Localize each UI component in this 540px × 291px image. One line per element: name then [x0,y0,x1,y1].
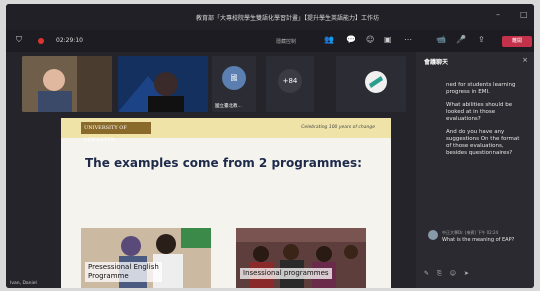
app-logo-icon [365,71,387,93]
share-icon[interactable]: ⇪ [478,35,485,44]
reactions-icon[interactable]: ☺ [366,35,374,44]
speaker-video [22,56,112,112]
shield-icon[interactable]: ⛉ [16,35,22,45]
participant-name: 國立臺北教... [215,104,242,109]
more-participants-tile[interactable]: +84 [266,56,314,112]
photo-label: Presessional English Programme [85,262,162,282]
hide-controls-label[interactable]: 隱藏控制 [276,38,296,45]
more-icon[interactable]: ⋯ [404,35,412,44]
leave-button[interactable]: 離開 [502,36,532,47]
chat-message-text: What is the meaning of EAP? [442,237,515,243]
close-icon[interactable]: × [522,56,528,64]
photo-label-line1: Presessional English [88,263,159,271]
recording-icon [38,38,44,44]
chat-panel: 會議聊天 × ned for students learning progres… [416,52,534,288]
video-tile[interactable] [118,56,208,112]
video-tile[interactable] [22,56,112,112]
lecture-hall-photo [236,228,366,288]
photo-insessional: Insessional programmes [236,228,366,288]
title-bar: 教育部「大專校院學生雙語化學習計畫」【提升學生英語能力】工作坊 – □ [6,4,534,30]
meeting-toolbar: ⛉ 02:29:10 隱藏控制 👥 💬 ☺ ▣ ⋯ 📹 🎤 ⇪ 離開 [6,30,534,52]
photo-label: Insessional programmes [240,268,332,279]
shared-slide: UNIVERSITY OF LEICESTER Celebrating 100 … [61,118,391,288]
meeting-timer: 02:29:10 [56,37,83,44]
minimize-icon[interactable]: – [496,10,500,19]
attach-icon[interactable]: ⎘ [437,270,445,277]
slide-tagline: Celebrating 100 years of change [301,125,375,130]
university-logo: UNIVERSITY OF LEICESTER [81,122,151,143]
emoji-icon[interactable]: ☺ [450,270,459,277]
chat-icon[interactable]: 💬 [346,35,356,44]
app-logo-tile [336,56,406,112]
rooms-icon[interactable]: ▣ [384,35,392,44]
participants-icon[interactable]: 👥 [324,35,334,44]
maximize-icon[interactable]: □ [520,10,528,19]
chat-message-part: ned for students learning progress in EM… [446,82,516,95]
window-title: 教育部「大專校院學生雙語化學習計畫」【提升學生英語能力】工作坊 [196,15,380,22]
more-participants-count: +84 [278,69,302,93]
slide-header: UNIVERSITY OF LEICESTER Celebrating 100 … [61,118,391,143]
camera-icon[interactable]: 📹 [436,35,446,44]
participant-video [118,56,208,112]
avatar [428,230,438,240]
chat-title: 會議聊天 [424,59,449,66]
chat-message: ned for students learning progress in EM… [446,82,526,163]
chat-message-meta: 中正大學Dr. (來賓) 下午 02:24 [442,230,499,235]
mic-icon[interactable]: 🎤 [456,35,466,44]
chat-message-part: And do you have any suggestions On the f… [446,129,520,156]
chat-compose-bar[interactable]: ✎ ⎘ ☺ ➤ [424,270,526,282]
photo-label-line2: Programme [88,272,129,280]
send-icon[interactable]: ➤ [464,270,472,277]
avatar: 國 [222,66,246,90]
meeting-stage: 國 國立臺北教... +84 UNIVERSITY OF LEICESTER C… [6,52,416,288]
participant-tile[interactable]: 國 國立臺北教... [212,56,256,112]
format-icon[interactable]: ✎ [424,270,432,277]
presenter-name: Ivan, Daniel [10,281,37,286]
chat-message-part: What abilities should be looked at in th… [446,102,513,122]
slide-title: The examples come from 2 programmes: [85,156,362,170]
monitor-screen: 教育部「大專校院學生雙語化學習計畫」【提升學生英語能力】工作坊 – □ ⛉ 02… [6,4,534,288]
photo-presessional: Presessional English Programme [81,228,211,288]
